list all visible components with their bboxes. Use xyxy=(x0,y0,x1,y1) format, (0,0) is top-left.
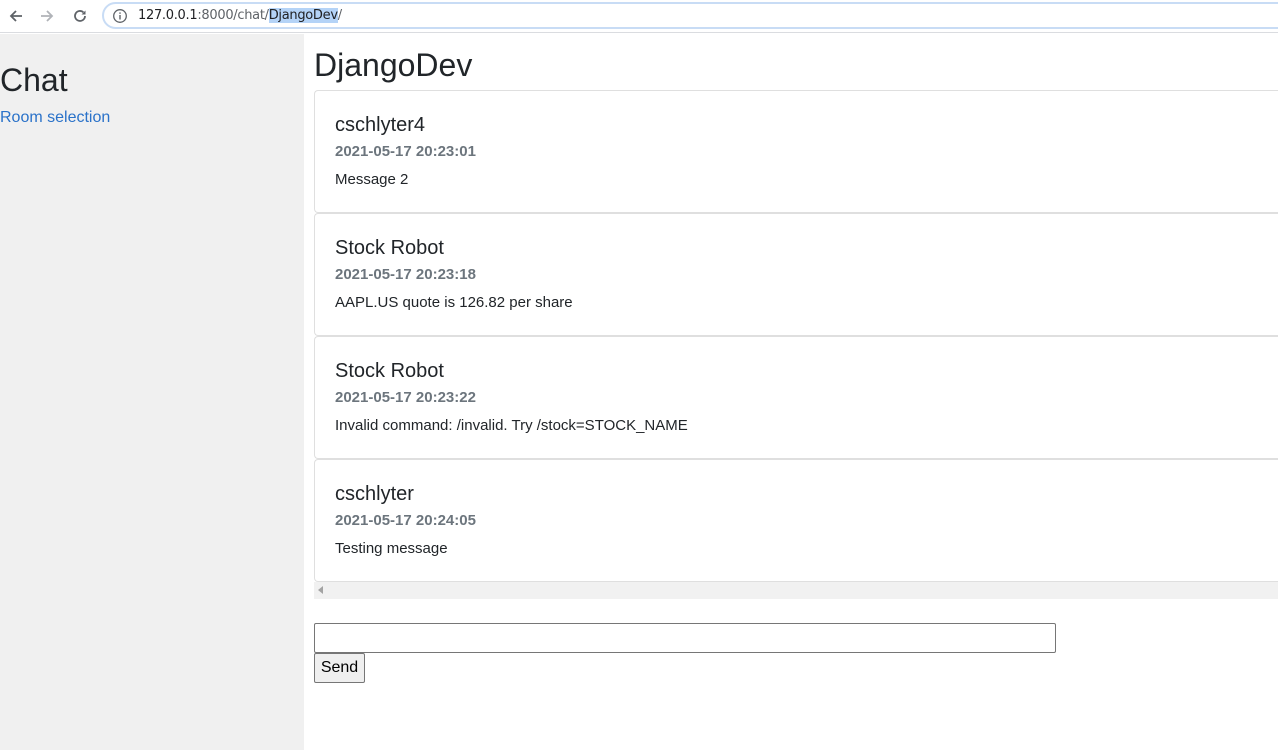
room-selection-link[interactable]: Room selection xyxy=(0,108,110,128)
forward-arrow-icon[interactable] xyxy=(35,4,59,28)
message-author: Stock Robot xyxy=(335,360,444,382)
address-bar[interactable]: 127.0.0.1:8000/chat/DjangoDev/ xyxy=(102,2,1278,29)
url-tail: / xyxy=(337,8,342,23)
message-timestamp: 2021-05-17 20:23:18 xyxy=(335,266,476,283)
room-title: DjangoDev xyxy=(314,47,473,83)
back-arrow-icon[interactable] xyxy=(4,4,28,28)
sidebar: Chat Room selection xyxy=(0,34,304,750)
message-text: AAPL.US quote is 126.82 per share xyxy=(335,294,573,311)
message-timestamp: 2021-05-17 20:24:05 xyxy=(335,512,476,529)
message-text: Message 2 xyxy=(335,171,409,188)
browser-toolbar: 127.0.0.1:8000/chat/DjangoDev/ xyxy=(0,0,1278,33)
message-list: cschlyter4 2021-05-17 20:23:01 Message 2… xyxy=(314,90,1278,582)
message-timestamp: 2021-05-17 20:23:22 xyxy=(335,389,476,406)
sidebar-title: Chat xyxy=(0,62,68,98)
message-card: cschlyter4 2021-05-17 20:23:01 Message 2 xyxy=(314,90,1278,213)
message-text: Testing message xyxy=(335,540,448,557)
message-author: Stock Robot xyxy=(335,237,444,259)
message-timestamp: 2021-05-17 20:23:01 xyxy=(335,143,476,160)
send-button[interactable]: Send xyxy=(314,653,365,683)
message-text: Invalid command: /invalid. Try /stock=ST… xyxy=(335,417,688,434)
chat-main: DjangoDev cschlyter4 2021-05-17 20:23:01… xyxy=(304,34,1278,750)
url-host: 127.0.0.1 xyxy=(138,8,198,23)
message-card: Stock Robot 2021-05-17 20:23:18 AAPL.US … xyxy=(314,213,1278,336)
url-path: :8000/chat/ xyxy=(197,8,269,23)
message-author: cschlyter xyxy=(335,483,414,505)
reload-icon[interactable] xyxy=(68,4,92,28)
url-text: 127.0.0.1:8000/chat/DjangoDev/ xyxy=(138,8,342,24)
url-selected-segment: DjangoDev xyxy=(268,8,338,23)
message-card: Stock Robot 2021-05-17 20:23:22 Invalid … xyxy=(314,336,1278,459)
scroll-left-arrow-icon[interactable] xyxy=(318,586,323,594)
message-author: cschlyter4 xyxy=(335,114,426,136)
horizontal-scrollbar[interactable] xyxy=(314,582,1278,599)
message-input[interactable] xyxy=(314,623,1056,653)
message-card: cschlyter 2021-05-17 20:24:05 Testing me… xyxy=(314,459,1278,582)
info-icon[interactable] xyxy=(112,8,128,24)
